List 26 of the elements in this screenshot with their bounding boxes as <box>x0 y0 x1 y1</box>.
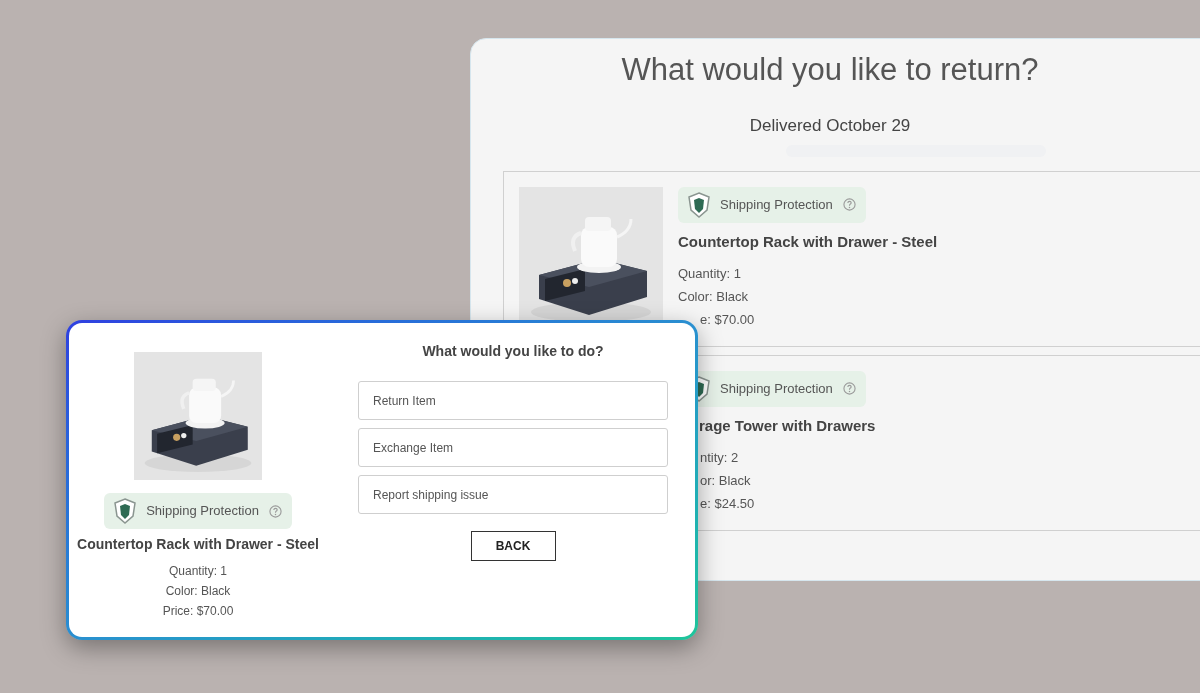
product-name: Countertop Rack with Drawer - Steel <box>77 535 319 554</box>
product-detail: or: Black <box>699 472 752 490</box>
badge-label: Shipping Protection <box>720 195 833 214</box>
shield-icon <box>114 498 137 524</box>
option-button[interactable]: Report shipping issue <box>358 475 668 514</box>
product-name: rage Tower with Drawers <box>698 415 876 436</box>
badge-label: Shipping Protection <box>720 379 833 398</box>
product-name: Countertop Rack with Drawer - Steel <box>678 231 938 252</box>
product-detail: e: $24.50 <box>699 495 756 513</box>
product-detail: Quantity: 1 <box>678 265 742 283</box>
option-button[interactable]: Exchange Item <box>358 428 668 467</box>
help-icon[interactable] <box>842 198 856 211</box>
option-button[interactable]: Return Item <box>358 381 668 420</box>
delivery-date: Delivered October 29 <box>748 115 912 137</box>
page-title: What would you like to return? <box>620 51 1040 89</box>
product-detail: ntity: 2 <box>699 449 740 467</box>
product-detail: e: $70.00 <box>699 311 756 329</box>
product-detail: Color: Black <box>165 583 231 600</box>
badge-label: Shipping Protection <box>146 502 259 521</box>
shield-icon <box>688 191 710 218</box>
product-detail: Price: $70.00 <box>162 603 234 620</box>
help-icon[interactable] <box>268 504 282 518</box>
product-detail: Quantity: 1 <box>169 563 227 580</box>
product-detail: Color: Black <box>678 288 750 306</box>
help-icon[interactable] <box>842 382 856 395</box>
back-button[interactable]: BACK <box>470 531 556 561</box>
